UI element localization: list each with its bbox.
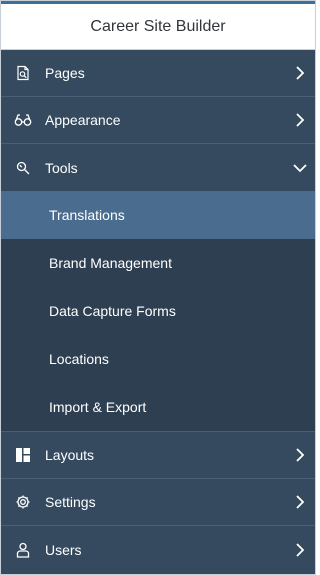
nav-item-users[interactable]: Users [1,526,315,573]
submenu-item-label: Data Capture Forms [49,303,176,319]
nav-item-label: Users [45,541,82,558]
career-site-builder-nav-panel: Career Site Builder Pages Appearance Too… [0,0,316,575]
chevron-right-icon [285,448,315,462]
chevron-right-icon [285,66,315,80]
page-search-icon [1,65,45,81]
nav-item-label: Settings [45,494,96,510]
submenu-item-label: Translations [49,207,125,223]
nav-item-label: Appearance [45,112,121,128]
panel-header: Career Site Builder [1,4,315,50]
nav-item-label: Pages [45,65,85,81]
submenu-item-data-capture-forms[interactable]: Data Capture Forms [1,287,315,335]
wrench-search-icon [1,160,45,176]
nav-item-layouts[interactable]: Layouts [1,432,315,479]
nav-item-label: Layouts [45,447,95,463]
nav-item-tools[interactable]: Tools [1,144,315,191]
submenu-item-translations[interactable]: Translations [1,191,315,239]
chevron-right-icon [285,495,315,509]
page-title: Career Site Builder [90,17,226,35]
submenu-item-locations[interactable]: Locations [1,335,315,383]
user-icon [1,542,45,558]
chevron-down-icon [285,163,315,173]
submenu-item-brand-management[interactable]: Brand Management [1,239,315,287]
submenu-item-import-export[interactable]: Import & Export [1,383,315,431]
chevron-right-icon [285,542,315,557]
layout-icon [1,448,45,462]
nav-item-label: Tools [45,159,78,176]
chevron-right-icon [285,113,315,127]
gear-icon [1,494,45,510]
submenu-item-label: Import & Export [49,399,147,415]
glasses-icon [1,113,45,127]
submenu-item-label: Locations [49,351,109,367]
nav-item-appearance[interactable]: Appearance [1,97,315,144]
tools-submenu: Translations Brand Management Data Captu… [1,191,315,432]
nav-item-pages[interactable]: Pages [1,50,315,97]
nav-item-settings[interactable]: Settings [1,479,315,526]
submenu-item-label: Brand Management [49,255,172,271]
